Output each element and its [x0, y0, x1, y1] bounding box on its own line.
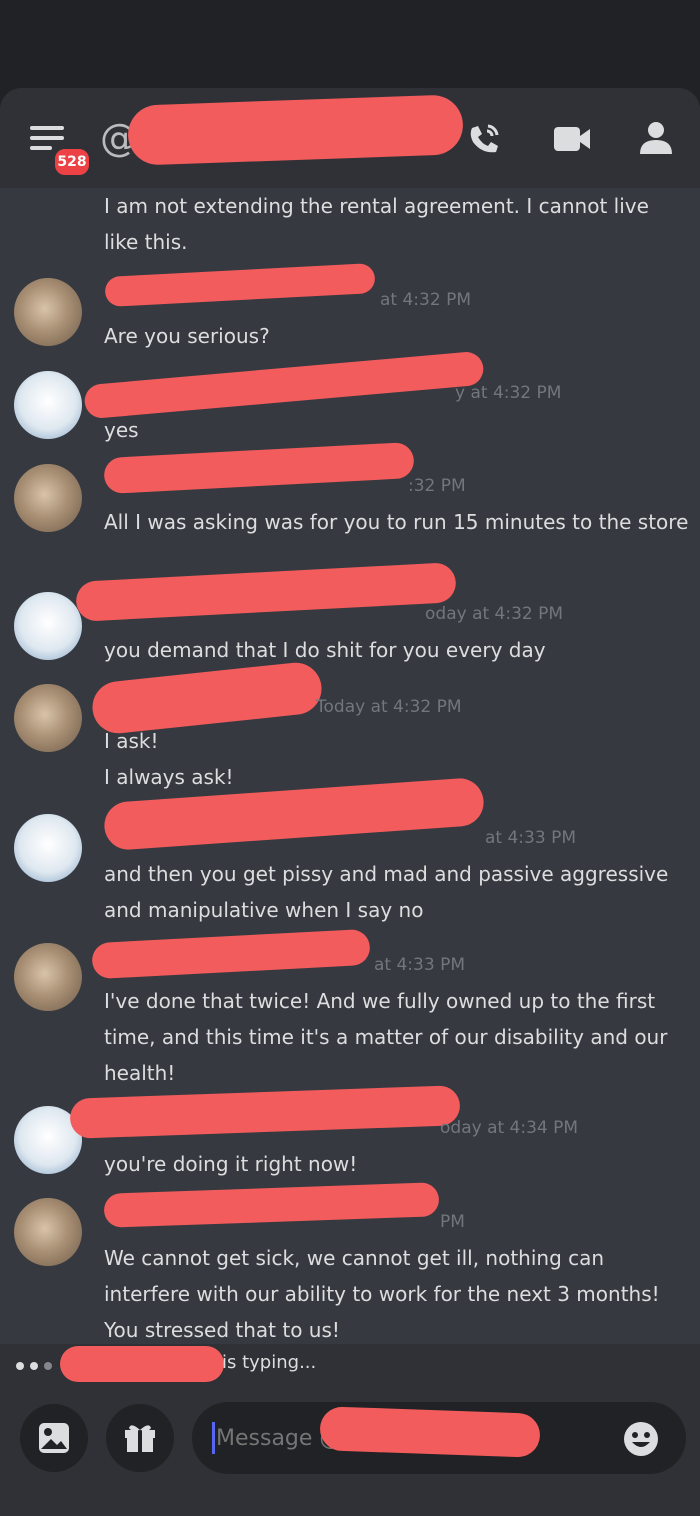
voice-call-icon[interactable]: [464, 118, 504, 158]
avatar[interactable]: [14, 814, 82, 882]
avatar[interactable]: [14, 684, 82, 752]
message-text: and then you get pissy and mad and passi…: [104, 862, 669, 922]
redacted-username: [319, 1406, 541, 1458]
message-timestamp: :32 PM: [408, 476, 466, 496]
text-caret: [212, 1422, 215, 1454]
message-timestamp: PM: [440, 1212, 465, 1232]
typing-indicator: is typing...: [0, 1344, 700, 1388]
gift-icon: [125, 1425, 155, 1452]
avatar[interactable]: [14, 371, 82, 439]
video-call-icon[interactable]: [552, 124, 592, 154]
message-timestamp: y at 4:32 PM: [455, 383, 562, 403]
image-icon: [39, 1423, 69, 1453]
upload-image-button[interactable]: [20, 1404, 88, 1472]
typing-text: is typing...: [222, 1352, 317, 1373]
message-text: I've done that twice! And we fully owned…: [104, 989, 668, 1085]
message-text: you're doing it right now!: [104, 1152, 358, 1176]
message-timestamp: Today at 4:32 PM: [316, 697, 462, 717]
redacted-username: [83, 350, 485, 420]
avatar[interactable]: [14, 464, 82, 532]
typing-dot: [16, 1362, 24, 1370]
message-text: We cannot get sick, we cannot get ill, n…: [104, 1246, 660, 1342]
redacted-username: [60, 1346, 224, 1382]
redacted-username: [103, 1182, 440, 1228]
message-text: you demand that I do shit for you every …: [104, 638, 546, 662]
message-text: I am not extending the rental agreement.…: [104, 194, 649, 254]
redacted-username: [75, 562, 457, 622]
menu-icon[interactable]: 528: [30, 124, 92, 178]
message-timestamp: at 4:33 PM: [485, 828, 576, 848]
emoji-icon[interactable]: [622, 1420, 660, 1458]
message-text: Are you serious?: [104, 324, 270, 348]
channel-header: 528 @: [0, 88, 700, 188]
message-composer: [0, 1388, 700, 1516]
message-text: I ask!: [104, 729, 159, 753]
message-timestamp: oday at 4:34 PM: [440, 1118, 579, 1138]
message-text: All I was asking was for you to run 15 m…: [104, 510, 689, 534]
dm-window: 528 @ I am not extending the rental agre…: [0, 88, 700, 1516]
member-list-icon[interactable]: [636, 120, 676, 156]
message-timestamp: at 4:32 PM: [380, 290, 471, 310]
typing-dot: [30, 1362, 38, 1370]
redacted-username: [91, 928, 371, 980]
redacted-username: [127, 94, 464, 166]
message-timestamp: at 4:33 PM: [374, 955, 465, 975]
gift-button[interactable]: [106, 1404, 174, 1472]
avatar[interactable]: [14, 278, 82, 346]
avatar[interactable]: [14, 592, 82, 660]
redacted-username: [69, 1085, 461, 1139]
message-timestamp: oday at 4:32 PM: [425, 604, 564, 624]
redacted-username: [103, 441, 415, 495]
avatar[interactable]: [14, 943, 82, 1011]
redacted-username: [104, 262, 376, 308]
avatar[interactable]: [14, 1198, 82, 1266]
notification-badge: 528: [52, 146, 92, 178]
typing-dot: [44, 1362, 52, 1370]
